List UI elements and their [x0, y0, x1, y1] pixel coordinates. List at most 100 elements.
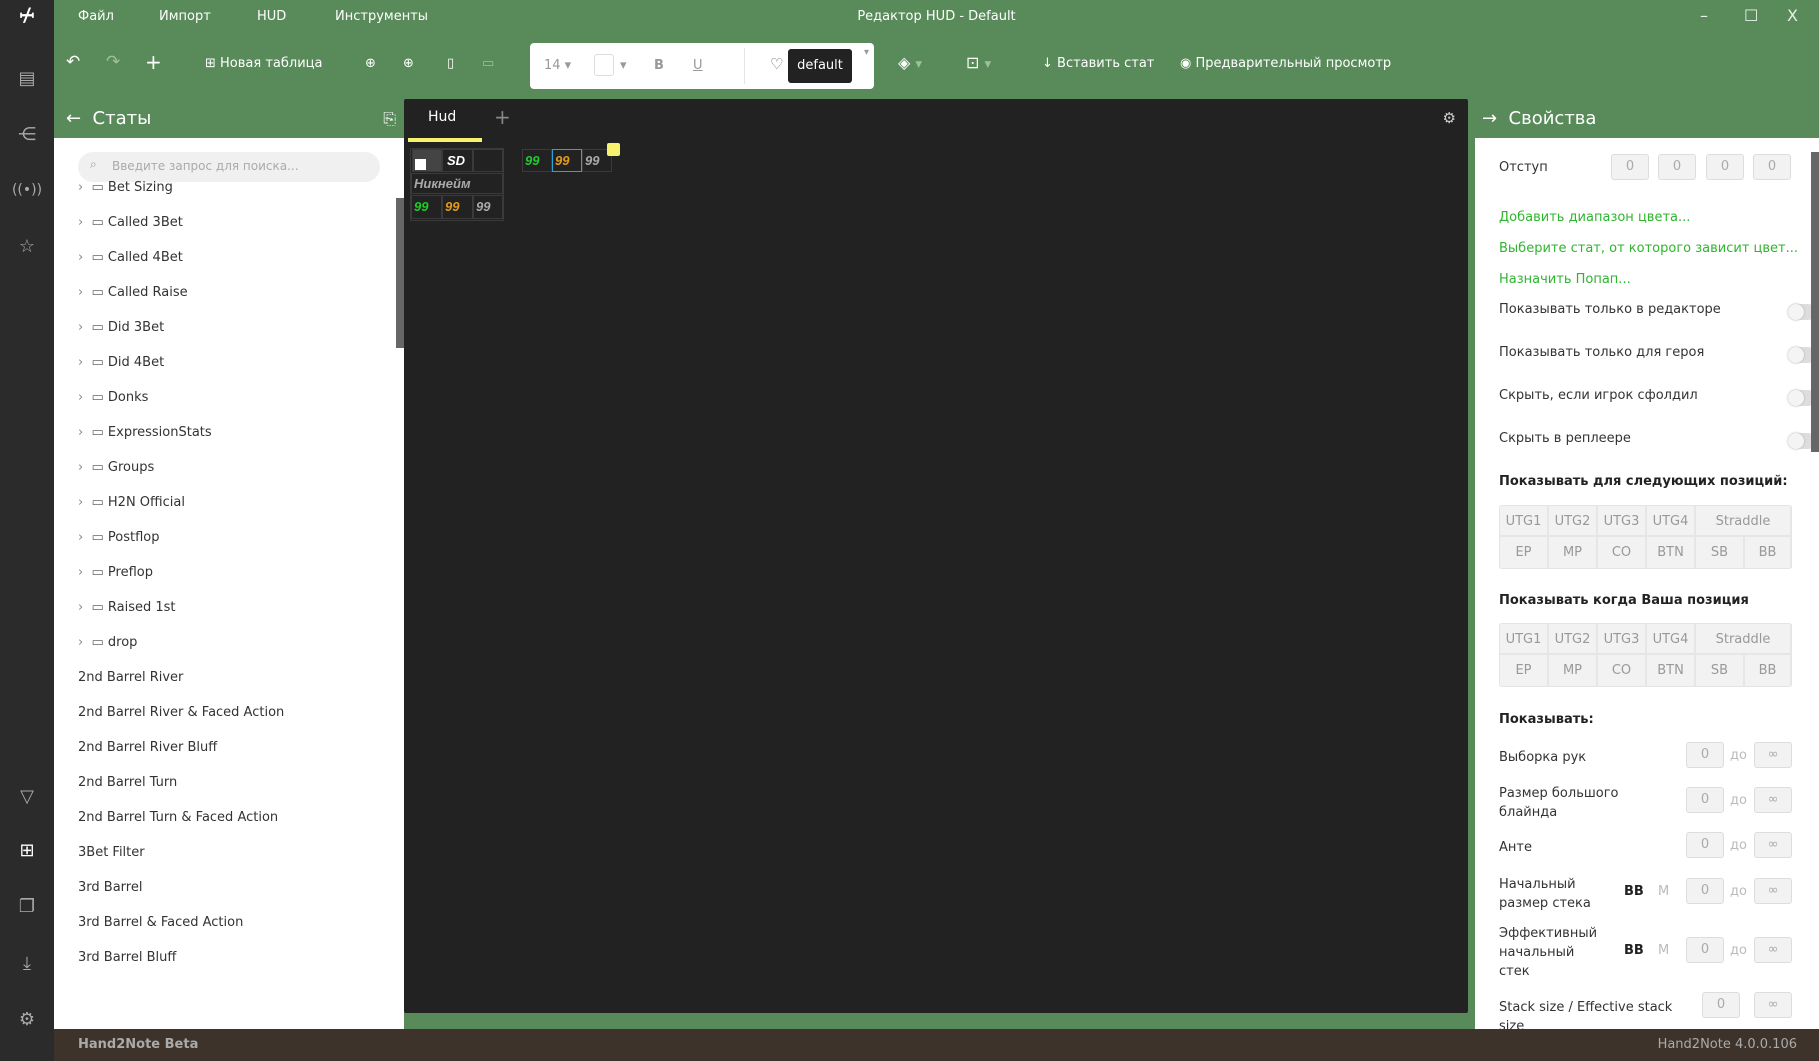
- position-button[interactable]: SB: [1696, 537, 1745, 568]
- hud-canvas[interactable]: Hud + ⚙ SD Никнейм 99 99 99 99 99 99: [404, 99, 1468, 1013]
- border-icon[interactable]: ⊡ ▾: [966, 53, 991, 72]
- back-arrow-icon[interactable]: ←: [66, 108, 93, 129]
- font-size-select[interactable]: 14 ▾: [544, 58, 571, 73]
- position-button[interactable]: Straddle: [1696, 506, 1792, 537]
- folder-item[interactable]: › ▭ Did 3Bet: [78, 320, 164, 335]
- redo-icon[interactable]: ↷: [106, 52, 120, 72]
- bold-button[interactable]: B: [654, 58, 664, 73]
- filter-icon[interactable]: ▽: [0, 785, 54, 809]
- position-button[interactable]: CO: [1598, 655, 1647, 686]
- chevron-right-icon[interactable]: ›: [78, 600, 83, 615]
- position-button[interactable]: MP: [1549, 655, 1598, 686]
- stat-item[interactable]: 2nd Barrel River & Faced Action: [78, 705, 284, 720]
- position-button[interactable]: BB: [1745, 537, 1792, 568]
- insert-stat-button[interactable]: ↓ Вставить стат: [1042, 56, 1154, 71]
- folder-item[interactable]: › ▭ Called 4Bet: [78, 250, 183, 265]
- chevron-right-icon[interactable]: ›: [78, 425, 83, 440]
- folder-item[interactable]: › ▭ Donks: [78, 390, 148, 405]
- unit-bb[interactable]: BB: [1624, 943, 1644, 958]
- folder-item[interactable]: › ▭ Preflop: [78, 565, 153, 580]
- forward-arrow-icon[interactable]: →: [1482, 108, 1509, 129]
- position-button[interactable]: BTN: [1647, 655, 1696, 686]
- position-button[interactable]: EP: [1500, 655, 1549, 686]
- indent-input[interactable]: 0: [1753, 154, 1791, 180]
- unit-bb[interactable]: BB: [1624, 884, 1644, 899]
- hud-stat-cell[interactable]: 99: [411, 195, 442, 219]
- color-swatch[interactable]: [594, 54, 614, 76]
- heart-icon[interactable]: ♡: [770, 55, 783, 73]
- chevron-down-icon[interactable]: ▾: [620, 58, 627, 73]
- folder-item[interactable]: › ▭ Groups: [78, 460, 154, 475]
- position-button[interactable]: UTG3: [1598, 624, 1647, 655]
- tab-hud[interactable]: Hud: [428, 109, 456, 125]
- position-button[interactable]: UTG4: [1647, 624, 1696, 655]
- stat-item[interactable]: 2nd Barrel Turn & Faced Action: [78, 810, 278, 825]
- folder-item[interactable]: › ▭ ExpressionStats: [78, 425, 212, 440]
- position-button[interactable]: Straddle: [1696, 624, 1792, 655]
- link-item[interactable]: Выберите стат, от которого зависит цвет.…: [1499, 241, 1798, 256]
- report-icon[interactable]: ▤: [0, 67, 54, 91]
- menu-hud[interactable]: HUD: [257, 9, 286, 24]
- add-tab-button[interactable]: +: [494, 105, 511, 129]
- position-button[interactable]: MP: [1549, 537, 1598, 568]
- range-to-input[interactable]: ∞: [1754, 742, 1792, 768]
- range-to-input[interactable]: ∞: [1754, 878, 1792, 904]
- chevron-right-icon[interactable]: ›: [78, 355, 83, 370]
- chevron-right-icon[interactable]: ›: [78, 250, 83, 265]
- resize-handle[interactable]: [607, 143, 620, 156]
- chevron-right-icon[interactable]: ›: [78, 285, 83, 300]
- position-button[interactable]: SB: [1696, 655, 1745, 686]
- position-button[interactable]: UTG1: [1500, 624, 1549, 655]
- maximize-button[interactable]: ☐: [1744, 6, 1758, 25]
- hud-stat-cell-selected[interactable]: 99: [552, 149, 582, 172]
- chevron-right-icon[interactable]: ›: [78, 565, 83, 580]
- search-input[interactable]: ⌕ Введите запрос для поиска...: [78, 152, 380, 182]
- chevron-right-icon[interactable]: ›: [78, 460, 83, 475]
- add-cell-icon[interactable]: ⊕: [403, 56, 414, 71]
- add-row-icon[interactable]: ⊕: [365, 56, 376, 71]
- gear-icon[interactable]: ⚙: [0, 1008, 54, 1032]
- stat-item[interactable]: 3Bet Filter: [78, 845, 145, 860]
- unit-m[interactable]: M: [1658, 943, 1669, 958]
- position-button[interactable]: BTN: [1647, 537, 1696, 568]
- folder-item[interactable]: › ▭ Called Raise: [78, 285, 188, 300]
- hud-stat-cell[interactable]: 99: [473, 195, 503, 219]
- position-button[interactable]: UTG1: [1500, 506, 1549, 537]
- link-item[interactable]: Назначить Попап...: [1499, 272, 1631, 287]
- menu-file[interactable]: Файл: [78, 9, 114, 24]
- stat-item[interactable]: 3rd Barrel: [78, 880, 142, 895]
- folder-item[interactable]: › ▭ H2N Official: [78, 495, 185, 510]
- chevron-right-icon[interactable]: ›: [78, 180, 83, 195]
- stat-item[interactable]: 2nd Barrel River: [78, 670, 183, 685]
- unit-m[interactable]: M: [1658, 884, 1669, 899]
- chevron-right-icon[interactable]: ›: [78, 495, 83, 510]
- folder-item[interactable]: › ▭ Postflop: [78, 530, 160, 545]
- hud-cell-empty[interactable]: [473, 149, 503, 172]
- stat-item[interactable]: 2nd Barrel River Bluff: [78, 740, 217, 755]
- export-icon[interactable]: ⎘: [383, 109, 396, 129]
- position-button[interactable]: CO: [1598, 537, 1647, 568]
- folder-item[interactable]: › ▭ Did 4Bet: [78, 355, 164, 370]
- folder-item[interactable]: › ▭ Called 3Bet: [78, 215, 183, 230]
- hud-stat-cell[interactable]: 99: [522, 149, 552, 172]
- download-icon[interactable]: ⤓: [0, 952, 54, 976]
- gear-icon[interactable]: ⚙: [1443, 109, 1456, 127]
- position-button[interactable]: UTG2: [1549, 624, 1598, 655]
- range-to-input[interactable]: ∞: [1754, 787, 1792, 813]
- undo-icon[interactable]: ↶: [66, 52, 80, 72]
- range-to-input[interactable]: ∞: [1754, 832, 1792, 858]
- hud-stat-cell[interactable]: 99: [442, 195, 473, 219]
- remove-cell-icon[interactable]: ▭: [482, 56, 494, 71]
- link-item[interactable]: Добавить диапазон цвета...: [1499, 210, 1690, 225]
- range-from-input[interactable]: 0: [1686, 832, 1724, 858]
- share-icon[interactable]: ⋲: [0, 123, 54, 147]
- range-to-input[interactable]: ∞: [1754, 992, 1792, 1018]
- chevron-right-icon[interactable]: ›: [78, 320, 83, 335]
- hud-cell-sd[interactable]: SD: [442, 149, 473, 172]
- minimize-button[interactable]: –: [1700, 6, 1708, 25]
- folder-item[interactable]: › ▭ Bet Sizing: [78, 180, 173, 195]
- stat-item[interactable]: 2nd Barrel Turn: [78, 775, 177, 790]
- indent-input[interactable]: 0: [1706, 154, 1744, 180]
- chevron-right-icon[interactable]: ›: [78, 635, 83, 650]
- hud-cell-nickname[interactable]: Никнейм: [411, 173, 503, 194]
